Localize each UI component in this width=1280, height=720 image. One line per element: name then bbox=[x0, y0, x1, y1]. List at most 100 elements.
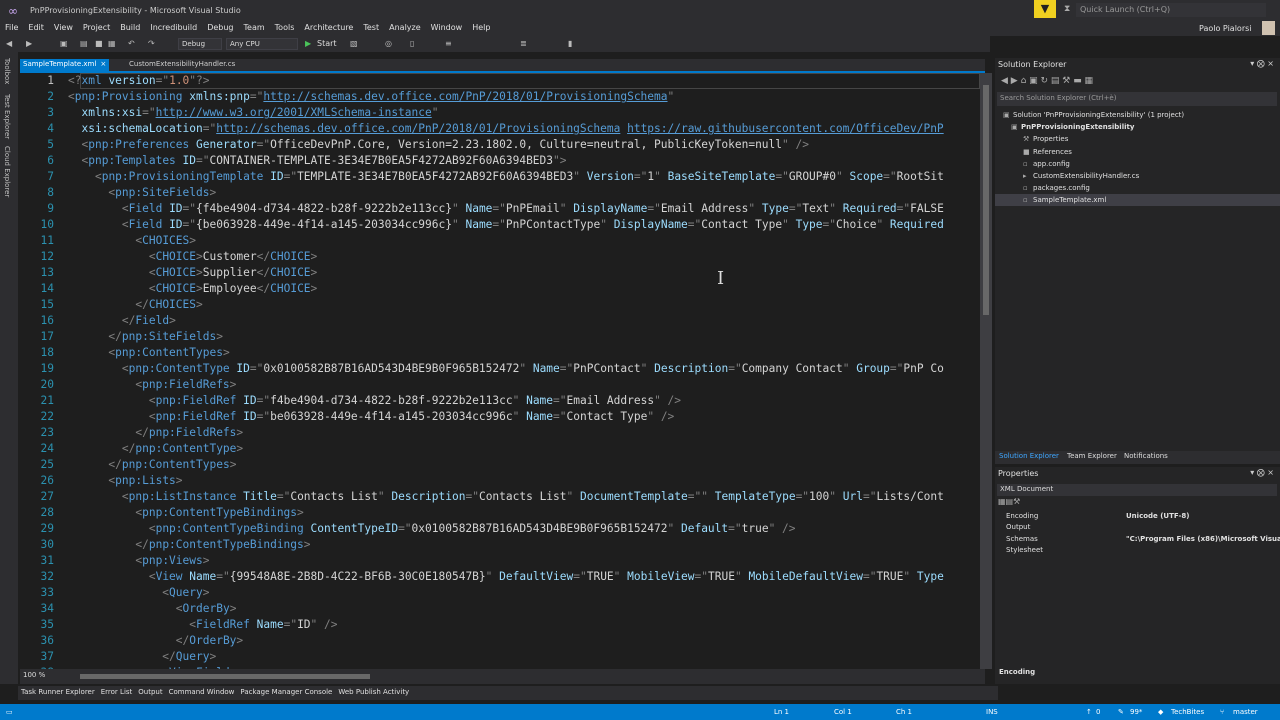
code-text[interactable]: 1 <?xml version="1.0"?> 2 <pnp:Provisioning… bbox=[20, 73, 980, 669]
code-line[interactable]: 13 <CHOICE>Supplier</CHOICE> bbox=[20, 265, 980, 281]
bookmark-toggle-icon[interactable]: ▮ bbox=[568, 39, 572, 48]
tab-customextensibilityhandler[interactable]: CustomExtensibilityHandler.cs bbox=[126, 59, 238, 71]
menu-test[interactable]: Test bbox=[358, 21, 384, 34]
open-icon[interactable]: ▤ bbox=[80, 39, 88, 48]
panel-controls[interactable]: ▾ ⨂ × bbox=[1250, 468, 1274, 477]
code-line[interactable]: 15 </CHOICES> bbox=[20, 297, 980, 313]
tree-item[interactable]: ▫ app.config bbox=[1023, 158, 1070, 170]
menu-file[interactable]: File bbox=[0, 21, 23, 34]
feedback-flag-icon[interactable]: ▼ bbox=[1034, 0, 1056, 18]
user-name[interactable]: Paolo Pialorsi bbox=[1199, 24, 1252, 33]
close-icon[interactable]: × bbox=[100, 60, 106, 68]
code-line[interactable]: 4 xsi:schemaLocation="http://schemas.dev… bbox=[20, 121, 980, 137]
tab-team-explorer[interactable]: Team Explorer bbox=[1067, 452, 1117, 460]
code-line[interactable]: 7 <pnp:ProvisioningTemplate ID="TEMPLATE… bbox=[20, 169, 980, 185]
start-icon[interactable]: ▶ bbox=[305, 39, 311, 48]
code-line[interactable]: 37 </Query> bbox=[20, 649, 980, 665]
menu-tools[interactable]: Tools bbox=[270, 21, 300, 34]
menu-help[interactable]: Help bbox=[467, 21, 495, 34]
tree-item[interactable]: ▫ SampleTemplate.xml bbox=[995, 194, 1280, 207]
code-line[interactable]: 14 <CHOICE>Employee</CHOICE> bbox=[20, 281, 980, 297]
code-line[interactable]: 29 <pnp:ContentTypeBinding ContentTypeID… bbox=[20, 521, 980, 537]
toolbox-tab[interactable]: Toolbox bbox=[3, 58, 11, 84]
code-line[interactable]: 33 <Query> bbox=[20, 585, 980, 601]
menu-window[interactable]: Window bbox=[426, 21, 468, 34]
tab-error-list[interactable]: Error List bbox=[98, 686, 136, 698]
code-line[interactable]: 36 </OrderBy> bbox=[20, 633, 980, 649]
code-line[interactable]: 24 </pnp:ContentType> bbox=[20, 441, 980, 457]
code-link[interactable]: http://www.w3.org/2001/XMLSchema-instanc… bbox=[156, 106, 432, 119]
code-link[interactable]: http://schemas.dev.office.com/PnP/2018/0… bbox=[263, 90, 667, 103]
editor-vertical-scrollbar[interactable] bbox=[980, 73, 992, 669]
code-editor[interactable]: 1 <?xml version="1.0"?> 2 <pnp:Provisioning… bbox=[20, 73, 980, 669]
tree-item[interactable]: ▸ CustomExtensibilityHandler.cs bbox=[1023, 170, 1139, 182]
tree-item[interactable]: ▫ packages.config bbox=[1023, 182, 1090, 194]
forward-icon[interactable]: ▶ bbox=[26, 39, 32, 48]
object-selector[interactable]: XML Document bbox=[997, 484, 1277, 496]
platform-dropdown[interactable]: Any CPU bbox=[226, 38, 298, 50]
property-sort-icon[interactable]: ▦▤⚒ bbox=[998, 497, 1020, 506]
tree-item[interactable]: ■ References bbox=[1023, 146, 1072, 158]
new-project-icon[interactable]: ▣ bbox=[60, 39, 68, 48]
code-line[interactable]: 28 <pnp:ContentTypeBindings> bbox=[20, 505, 980, 521]
tab-output[interactable]: Output bbox=[135, 686, 165, 698]
indent-icon[interactable]: ≡ bbox=[445, 39, 452, 48]
code-line[interactable]: 27 <pnp:ListInstance Title="Contacts Lis… bbox=[20, 489, 980, 505]
code-line[interactable]: 26 <pnp:Lists> bbox=[20, 473, 980, 489]
code-line[interactable]: 12 <CHOICE>Customer</CHOICE> bbox=[20, 249, 980, 265]
code-line[interactable]: 20 <pnp:FieldRefs> bbox=[20, 377, 980, 393]
tab-notifications[interactable]: Notifications bbox=[1124, 452, 1168, 460]
branch-name[interactable]: master bbox=[1233, 708, 1258, 716]
code-line[interactable]: 34 <OrderBy> bbox=[20, 601, 980, 617]
publish-icon[interactable]: ▧ bbox=[350, 39, 358, 48]
tab-sampletemplate[interactable]: SampleTemplate.xml × bbox=[20, 59, 110, 71]
test-explorer-tab[interactable]: Test Explorer bbox=[3, 94, 11, 139]
code-line[interactable]: 18 <pnp:ContentTypes> bbox=[20, 345, 980, 361]
unpushed-count[interactable]: 0 bbox=[1096, 708, 1100, 716]
start-button[interactable]: Start bbox=[317, 39, 337, 48]
menu-view[interactable]: View bbox=[49, 21, 78, 34]
code-link[interactable]: https://raw.githubusercontent.com/Office… bbox=[627, 122, 944, 135]
code-line[interactable]: 22 <pnp:FieldRef ID="be063928-449e-4f14-… bbox=[20, 409, 980, 425]
code-line[interactable]: 19 <pnp:ContentType ID="0x0100582B87B16A… bbox=[20, 361, 980, 377]
avatar[interactable] bbox=[1262, 21, 1275, 35]
undo-icon[interactable]: ↶ bbox=[128, 39, 135, 48]
comment-icon[interactable]: ≣ bbox=[520, 39, 527, 48]
code-line[interactable]: 21 <pnp:FieldRef ID="f4be4904-d734-4822-… bbox=[20, 393, 980, 409]
menu-debug[interactable]: Debug bbox=[202, 21, 238, 34]
code-line[interactable]: 2 <pnp:Provisioning xmlns:pnp="http://sch… bbox=[20, 89, 980, 105]
code-line[interactable]: 32 <View Name="{99548A8E-2B8D-4C22-BF6B-… bbox=[20, 569, 980, 585]
cloud-explorer-tab[interactable]: Cloud Explorer bbox=[3, 146, 11, 197]
code-line[interactable]: 11 <CHOICES> bbox=[20, 233, 980, 249]
pending-changes[interactable]: 99* bbox=[1130, 708, 1142, 716]
code-line[interactable]: 3 xmlns:xsi="http://www.w3.org/2001/XMLS… bbox=[20, 105, 980, 121]
find-icon[interactable]: ◎ bbox=[385, 39, 392, 48]
zoom-level[interactable]: 100 % bbox=[23, 671, 45, 679]
code-line[interactable]: 35 <FieldRef Name="ID" /> bbox=[20, 617, 980, 633]
code-line[interactable]: 8 <pnp:SiteFields> bbox=[20, 185, 980, 201]
code-link[interactable]: http://schemas.dev.office.com/PnP/2018/0… bbox=[216, 122, 620, 135]
repository-name[interactable]: TechBites bbox=[1171, 708, 1204, 716]
code-line[interactable]: 9 <Field ID="{f4be4904-d734-4822-b28f-92… bbox=[20, 201, 980, 217]
code-line[interactable]: 23 </pnp:FieldRefs> bbox=[20, 425, 980, 441]
menu-project[interactable]: Project bbox=[78, 21, 115, 34]
panel-controls[interactable]: ▾ ⨂ × bbox=[1250, 59, 1274, 68]
menu-analyze[interactable]: Analyze bbox=[384, 21, 426, 34]
tab-command-window[interactable]: Command Window bbox=[166, 686, 238, 698]
menu-team[interactable]: Team bbox=[239, 21, 270, 34]
menu-incredibuild[interactable]: Incredibuild bbox=[145, 21, 202, 34]
code-line[interactable]: 16 </Field> bbox=[20, 313, 980, 329]
code-line[interactable]: 1 <?xml version="1.0"?> bbox=[20, 73, 980, 89]
code-line[interactable]: 31 <pnp:Views> bbox=[20, 553, 980, 569]
menu-build[interactable]: Build bbox=[115, 21, 145, 34]
code-line[interactable]: 25 </pnp:ContentTypes> bbox=[20, 457, 980, 473]
tab-package-manager-console[interactable]: Package Manager Console bbox=[237, 686, 335, 698]
menu-architecture[interactable]: Architecture bbox=[299, 21, 358, 34]
code-line[interactable]: 17 </pnp:SiteFields> bbox=[20, 329, 980, 345]
tab-solution-explorer[interactable]: Solution Explorer bbox=[999, 452, 1059, 460]
save-all-icon[interactable]: ▦ bbox=[108, 39, 116, 48]
save-icon[interactable]: ■ bbox=[95, 39, 103, 48]
menu-edit[interactable]: Edit bbox=[23, 21, 49, 34]
redo-icon[interactable]: ↷ bbox=[148, 39, 155, 48]
code-line[interactable]: 6 <pnp:Templates ID="CONTAINER-TEMPLATE-… bbox=[20, 153, 980, 169]
